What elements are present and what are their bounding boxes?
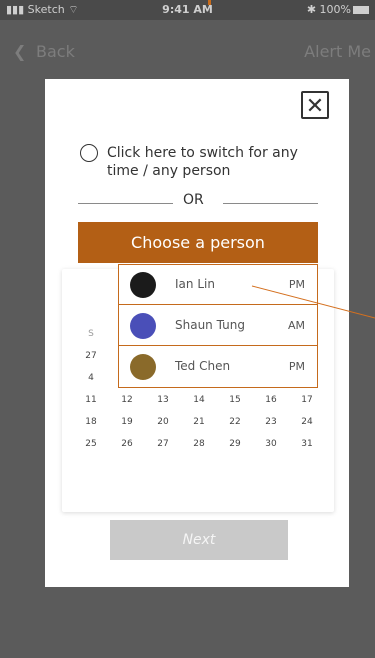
annotation-line xyxy=(251,285,375,319)
